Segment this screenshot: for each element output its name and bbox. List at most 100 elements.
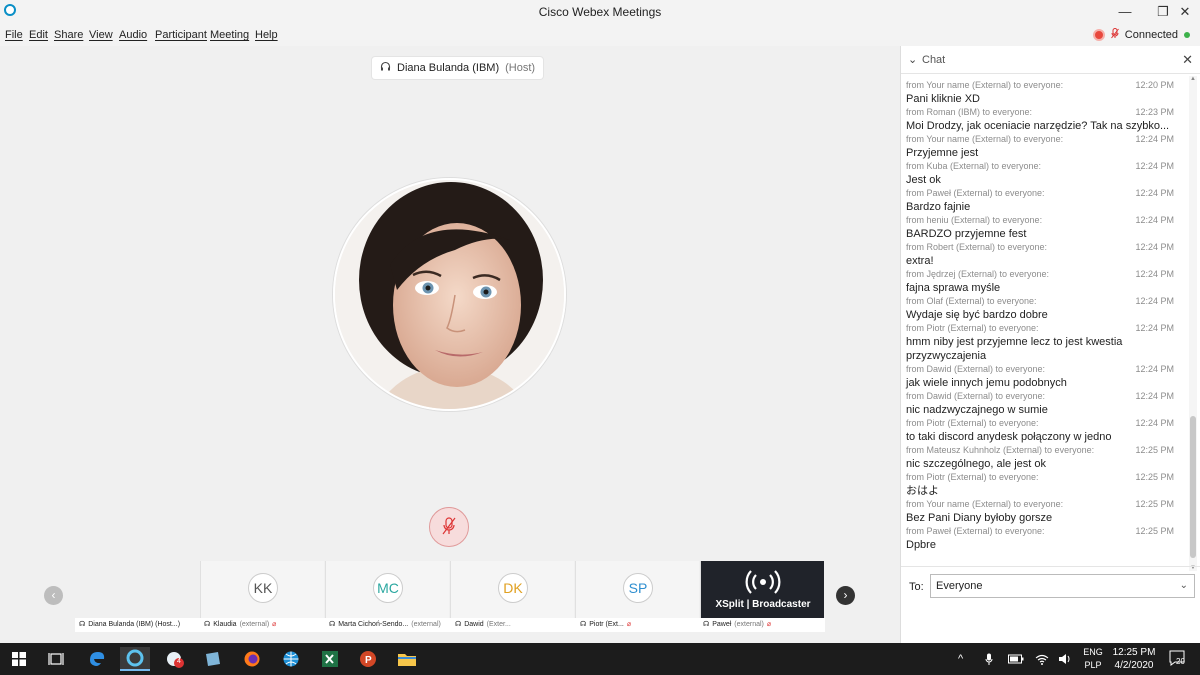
firefox-icon[interactable]	[237, 647, 267, 671]
input-language[interactable]: ENG PLP	[1081, 646, 1105, 672]
clock-time: 12:25 PM	[1112, 647, 1156, 658]
menu-audio[interactable]: Audio	[119, 29, 147, 41]
headset-icon: ☊	[580, 621, 587, 628]
host-tag: (Host)	[505, 62, 536, 74]
participant-name: ☊ Diana Bulanda (IBM) (Host...)	[79, 620, 181, 629]
participant-video-tile[interactable]: XSplit | Broadcaster	[700, 561, 824, 618]
participant-name-label: Piotr (Ext...	[589, 620, 624, 628]
xsplit-label: XSplit | Broadcaster	[715, 599, 811, 610]
close-window-button[interactable]: ✕	[1170, 2, 1200, 22]
message-time: 12:25 PM	[1135, 472, 1174, 482]
edge-browser-icon[interactable]	[82, 647, 112, 671]
participant-ext-label: (Exter...	[486, 620, 511, 628]
chat-message: from Your name (External) to everyone: 12…	[901, 498, 1189, 525]
chat-message: from Paweł (External) to everyone: 12:24 …	[901, 187, 1189, 214]
video-stage: Diana Bulanda (IBM) (Host) ‹ › KK MC DK …	[0, 46, 900, 643]
participant-name-label: Paweł	[712, 620, 732, 628]
recipient-select[interactable]: Everyone ⌄	[930, 574, 1195, 598]
menu-help[interactable]: Help	[255, 29, 278, 41]
file-explorer-icon[interactable]	[392, 647, 422, 671]
notifications-icon[interactable]: 20	[1168, 649, 1188, 669]
message-time: 12:20 PM	[1135, 80, 1174, 90]
minimize-button[interactable]: —	[1110, 2, 1140, 22]
menu-view[interactable]: View	[89, 29, 113, 41]
message-sender: from Your name (External) to everyone:	[906, 499, 1064, 509]
broadcast-icon	[701, 567, 825, 600]
message-time: 12:24 PM	[1135, 161, 1174, 171]
windows-taskbar: 4 P ^ ENG PLP 12:25 PM 4/2/2020 20	[0, 643, 1200, 675]
globe-app-icon[interactable]	[276, 647, 306, 671]
message-time: 12:24 PM	[1135, 134, 1174, 144]
menu-share[interactable]: Share	[54, 29, 83, 41]
microphone-tray-icon[interactable]	[985, 643, 993, 675]
filmstrip-next-button[interactable]: ›	[836, 586, 855, 605]
message-sender: from Roman (IBM) to everyone:	[906, 107, 1033, 117]
active-speaker-label: Diana Bulanda (IBM) (Host)	[372, 57, 544, 79]
menu-participant[interactable]: Participant	[155, 29, 207, 41]
message-text: fajna sprawa myśle	[906, 282, 1001, 294]
message-text: nic nadzwyczajnego w sumie	[906, 404, 1048, 416]
chevron-down-icon[interactable]: ⌄	[908, 53, 917, 66]
participant-tile[interactable]: DK	[450, 561, 574, 618]
connected-indicator-icon	[1184, 32, 1190, 38]
recording-icon[interactable]	[1092, 29, 1105, 41]
participant-initials: KK	[248, 573, 278, 603]
notes-app-icon[interactable]	[198, 647, 228, 671]
task-view-icon[interactable]	[41, 647, 71, 671]
message-time: 12:25 PM	[1135, 499, 1174, 509]
scrollbar-thumb[interactable]	[1190, 416, 1196, 558]
unmute-button[interactable]	[429, 507, 469, 547]
menu-edit[interactable]: Edit	[29, 29, 48, 41]
chat-panel: ⌄ Chat ✕ from Your name (External) to ev…	[900, 46, 1200, 643]
filmstrip-prev-button[interactable]: ‹	[44, 586, 63, 605]
chat-header: ⌄ Chat ✕	[901, 46, 1200, 74]
participant-name: ☊ Piotr (Ext... ⌀	[580, 620, 631, 629]
participant-tile[interactable]: SP	[575, 561, 699, 618]
volume-icon[interactable]	[1058, 643, 1072, 675]
chat-footer: To: Everyone ⌄	[901, 566, 1200, 606]
webex-taskbar-icon[interactable]	[120, 647, 150, 671]
message-sender: from Dawid (External) to everyone:	[906, 364, 1046, 374]
close-icon[interactable]: ✕	[1182, 52, 1193, 68]
headset-icon	[380, 61, 391, 75]
message-time: 12:24 PM	[1135, 215, 1174, 225]
connection-label: Connected	[1124, 29, 1178, 41]
menu-file[interactable]: File	[5, 29, 23, 41]
battery-icon[interactable]	[1008, 643, 1024, 675]
system-clock[interactable]: 12:25 PM 4/2/2020	[1106, 646, 1162, 672]
excel-icon[interactable]	[315, 647, 345, 671]
wifi-icon[interactable]	[1035, 643, 1049, 675]
chat-message: from Dawid (External) to everyone: 12:24 …	[901, 390, 1189, 417]
participant-initials: DK	[498, 573, 528, 603]
chat-message: from heniu (External) to everyone: 12:24 …	[901, 214, 1189, 241]
message-time: 12:24 PM	[1135, 188, 1174, 198]
message-time: 12:24 PM	[1135, 269, 1174, 279]
message-sender: from Jędrzej (External) to everyone:	[906, 269, 1050, 279]
chat-app-icon[interactable]: 4	[160, 647, 190, 671]
chat-scrollbar[interactable]: ▲ ▼	[1189, 76, 1197, 571]
participant-ext-label: (external)	[734, 620, 764, 628]
show-hidden-icons[interactable]: ^	[958, 643, 963, 675]
powerpoint-icon[interactable]: P	[353, 647, 383, 671]
windows-start-icon[interactable]	[4, 647, 34, 671]
connection-status[interactable]: Connected	[1092, 28, 1190, 42]
chevron-down-icon: ⌄	[1179, 580, 1188, 591]
participant-name-label: Diana Bulanda (IBM) (Host...)	[88, 620, 181, 628]
message-text: Bardzo fajnie	[906, 201, 971, 213]
participant-tile[interactable]: KK	[200, 561, 324, 618]
menu-meeting[interactable]: Meeting	[210, 29, 249, 41]
message-time: 12:24 PM	[1135, 364, 1174, 374]
participant-tile[interactable]: MC	[325, 561, 449, 618]
to-label: To:	[909, 581, 924, 593]
host-avatar	[333, 178, 566, 411]
participant-ext-label: (external)	[239, 620, 270, 628]
message-text: Przyjemne jest	[906, 147, 979, 159]
message-text: Pani kliknie XD	[906, 93, 980, 105]
message-text: Moi Drodzy, jak oceniacie narzędzie? Tak…	[906, 120, 1170, 132]
chat-message-list[interactable]: from Your name (External) to everyone: 12…	[901, 79, 1189, 559]
title-bar: Cisco Webex Meetings — ❐ ✕	[0, 0, 1200, 24]
message-sender: from Dawid (External) to everyone:	[906, 391, 1046, 401]
message-sender: from Piotr (External) to everyone:	[906, 323, 1039, 333]
message-time: 12:24 PM	[1135, 296, 1174, 306]
scroll-up-icon[interactable]: ▲	[1189, 76, 1197, 82]
